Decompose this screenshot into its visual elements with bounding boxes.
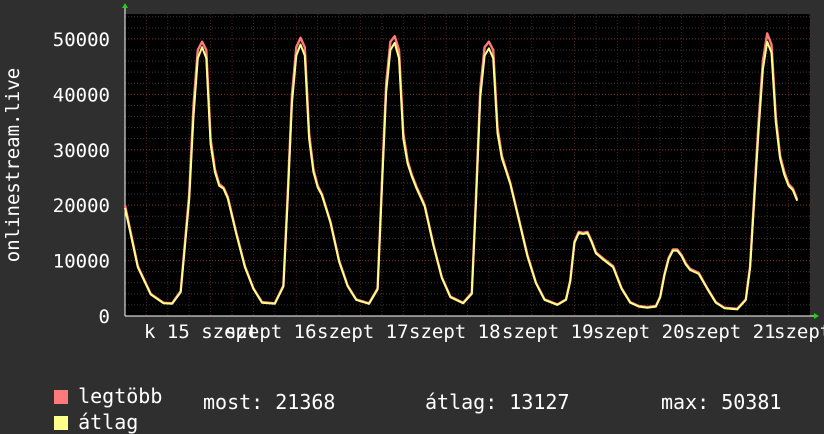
- y-tick-label: 10000: [53, 251, 110, 273]
- x-tick-label: szept: [774, 321, 824, 343]
- x-tick-label: szept 16: [225, 321, 317, 343]
- legend-item-atlag: átlag: [30, 392, 138, 432]
- y-tick-label: 20000: [53, 195, 110, 217]
- y-tick-label: 40000: [53, 84, 110, 106]
- y-tick-label: 0: [99, 306, 110, 328]
- x-axis-arrow: [814, 313, 819, 319]
- x-tick-label: szept 20: [593, 321, 685, 343]
- y-axis-label: onlinestream.live: [2, 68, 24, 262]
- y-axis-arrow: [122, 3, 128, 8]
- x-tick-label: szept 19: [502, 321, 594, 343]
- x-tick-label: szept 17: [317, 321, 409, 343]
- legend-label-atlag: átlag: [78, 410, 139, 434]
- y-tick-label: 50000: [53, 29, 110, 51]
- stat-atlag: átlag: 13127: [425, 390, 570, 414]
- x-tick-label: szept 18: [409, 321, 501, 343]
- x-tick-label: szept 21: [684, 321, 776, 343]
- stat-most: most: 21368: [203, 390, 336, 414]
- stat-max: max: 50381: [661, 390, 782, 414]
- legend-swatch-atlag: [54, 416, 69, 430]
- y-tick-label: 30000: [53, 140, 110, 162]
